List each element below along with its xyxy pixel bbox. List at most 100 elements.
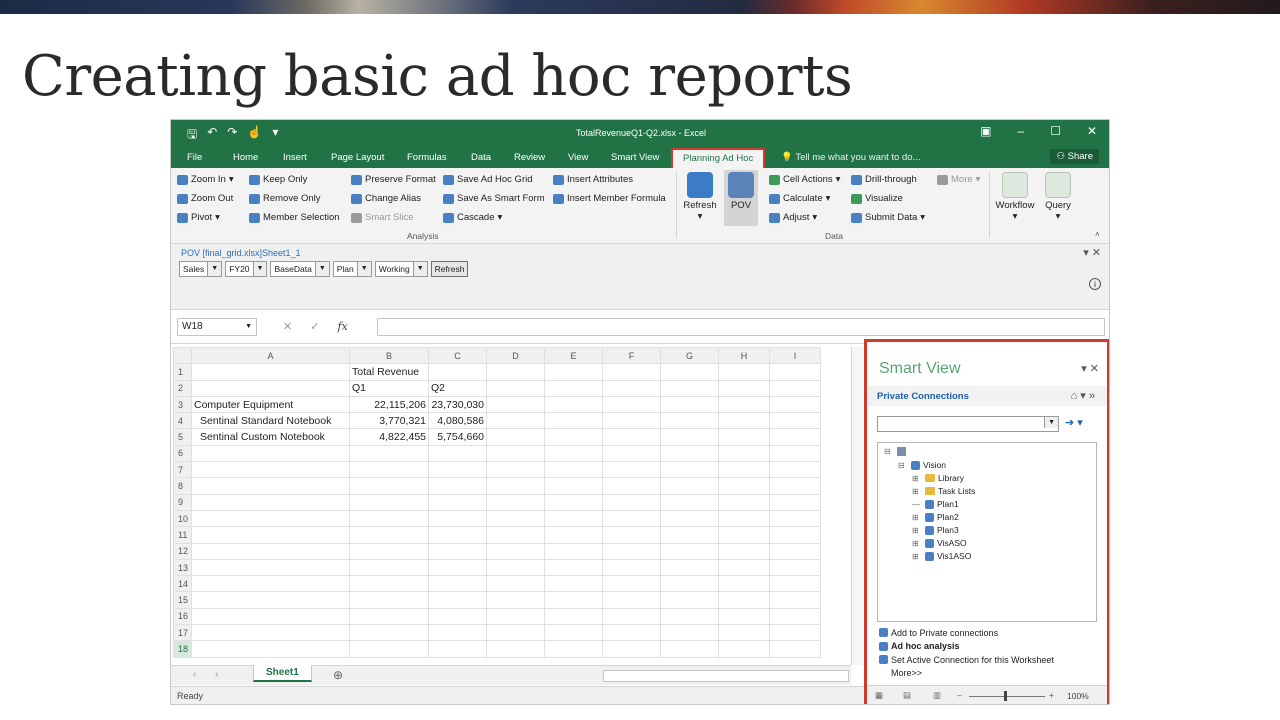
page-layout-icon[interactable]: ▤ [903, 690, 911, 701]
tree-node-visaso[interactable]: ⊞ VisASO [912, 538, 967, 548]
column-header[interactable]: D [486, 346, 545, 365]
cell[interactable] [191, 509, 350, 528]
save-ad-hoc-grid-button[interactable]: Save Ad Hoc Grid [443, 174, 533, 185]
cell[interactable] [718, 412, 770, 430]
cell[interactable] [544, 493, 603, 511]
insert-member-formula-button[interactable]: Insert Member Formula [553, 193, 666, 204]
more-button[interactable]: More ▾ [937, 174, 980, 185]
row-header[interactable]: 12 [173, 542, 192, 560]
cell[interactable] [769, 558, 821, 577]
add-private-connection-link[interactable]: Add to Private connections [879, 626, 1054, 640]
pov-close-icon[interactable]: ▾ ✕ [1083, 246, 1101, 259]
cell[interactable] [349, 461, 429, 479]
cell[interactable] [486, 363, 545, 381]
cell[interactable] [769, 379, 821, 397]
connection-combo[interactable]: ▼ [877, 416, 1059, 432]
cell[interactable] [486, 493, 545, 511]
row-header[interactable]: 13 [173, 558, 192, 577]
column-header[interactable]: I [769, 346, 821, 365]
pov-button[interactable]: POV [724, 170, 758, 226]
cell[interactable] [718, 640, 770, 658]
cell[interactable] [660, 542, 719, 560]
enter-icon[interactable]: ✓ [310, 320, 319, 333]
cell[interactable] [769, 624, 821, 642]
calculate-button[interactable]: Calculate ▾ [769, 193, 830, 204]
cell[interactable]: 4,822,455 [349, 428, 429, 446]
cell[interactable]: 4,080,586 [428, 412, 487, 430]
cell[interactable] [544, 607, 603, 626]
cell[interactable]: 23,730,030 [428, 395, 487, 414]
pivot-button[interactable]: Pivot ▾ [177, 212, 220, 223]
cell[interactable] [486, 607, 545, 626]
cell[interactable] [486, 526, 545, 544]
cell[interactable] [769, 444, 821, 463]
page-break-icon[interactable]: ▥ [933, 690, 941, 701]
normal-view-icon[interactable]: ▦ [875, 690, 883, 701]
pov-dropdown[interactable]: FY20 ▼ [225, 261, 268, 277]
zoom-in-button[interactable]: Zoom In ▾ [177, 174, 234, 185]
cell[interactable] [718, 575, 770, 593]
zoom-slider-thumb[interactable] [1004, 691, 1007, 701]
cell[interactable] [769, 493, 821, 511]
column-header[interactable]: C [428, 346, 487, 365]
cell[interactable] [191, 477, 350, 495]
cell[interactable]: Q2 [428, 379, 487, 397]
tab-file[interactable]: File [187, 152, 202, 163]
cell[interactable] [718, 558, 770, 577]
zoom-out-icon[interactable]: – [957, 690, 962, 700]
cell[interactable] [602, 412, 661, 430]
cell[interactable] [602, 558, 661, 577]
cell[interactable] [349, 640, 429, 658]
cell[interactable] [428, 607, 487, 626]
cell[interactable] [769, 477, 821, 495]
cell[interactable]: 5,754,660 [428, 428, 487, 446]
cell[interactable] [660, 363, 719, 381]
cell[interactable] [602, 542, 661, 560]
adjust-button[interactable]: Adjust ▾ [769, 212, 817, 223]
cell[interactable]: Total Revenue [349, 363, 429, 381]
cell[interactable] [191, 526, 350, 544]
horizontal-scrollbar[interactable] [603, 670, 849, 682]
cell[interactable] [544, 477, 603, 495]
change-alias-button[interactable]: Change Alias [351, 193, 421, 204]
member-selection-button[interactable]: Member Selection [249, 212, 340, 223]
cell[interactable] [602, 526, 661, 544]
cell[interactable] [428, 493, 487, 511]
visualize-button[interactable]: Visualize [851, 193, 903, 204]
cell[interactable] [349, 493, 429, 511]
cell[interactable] [660, 412, 719, 430]
vertical-scrollbar[interactable] [851, 347, 863, 665]
share-button[interactable]: ⚇ Share [1050, 149, 1099, 164]
cell[interactable] [602, 509, 661, 528]
cell[interactable] [428, 444, 487, 463]
cascade-button[interactable]: Cascade ▾ [443, 212, 502, 223]
cell[interactable] [602, 444, 661, 463]
select-all-corner[interactable] [173, 346, 192, 365]
cell[interactable] [349, 444, 429, 463]
cell[interactable] [191, 444, 350, 463]
pov-dropdown[interactable]: Plan ▼ [332, 261, 372, 277]
cell[interactable] [486, 558, 545, 577]
tree-node-library[interactable]: ⊞ Library [912, 473, 964, 483]
cell[interactable] [718, 607, 770, 626]
zoom-in-icon[interactable]: + [1049, 690, 1054, 700]
column-header[interactable]: F [602, 346, 661, 365]
cell[interactable] [660, 428, 719, 446]
cell[interactable] [544, 575, 603, 593]
cell[interactable] [769, 640, 821, 658]
drill-through-button[interactable]: Drill-through [851, 174, 917, 185]
sheet-tab[interactable]: Sheet1 [253, 665, 312, 682]
cell[interactable] [191, 493, 350, 511]
row-header[interactable]: 3 [173, 395, 192, 414]
cell[interactable] [486, 412, 545, 430]
cell[interactable] [718, 379, 770, 397]
cell-actions-button[interactable]: Cell Actions ▾ [769, 174, 840, 185]
cell[interactable] [191, 558, 350, 577]
cell[interactable] [718, 477, 770, 495]
cell[interactable] [769, 575, 821, 593]
workflow-button[interactable]: Workflow ▾ [993, 172, 1037, 222]
cell[interactable] [602, 624, 661, 642]
maximize-icon[interactable]: ☐ [1050, 124, 1061, 138]
cell[interactable] [428, 542, 487, 560]
cell[interactable] [660, 395, 719, 414]
